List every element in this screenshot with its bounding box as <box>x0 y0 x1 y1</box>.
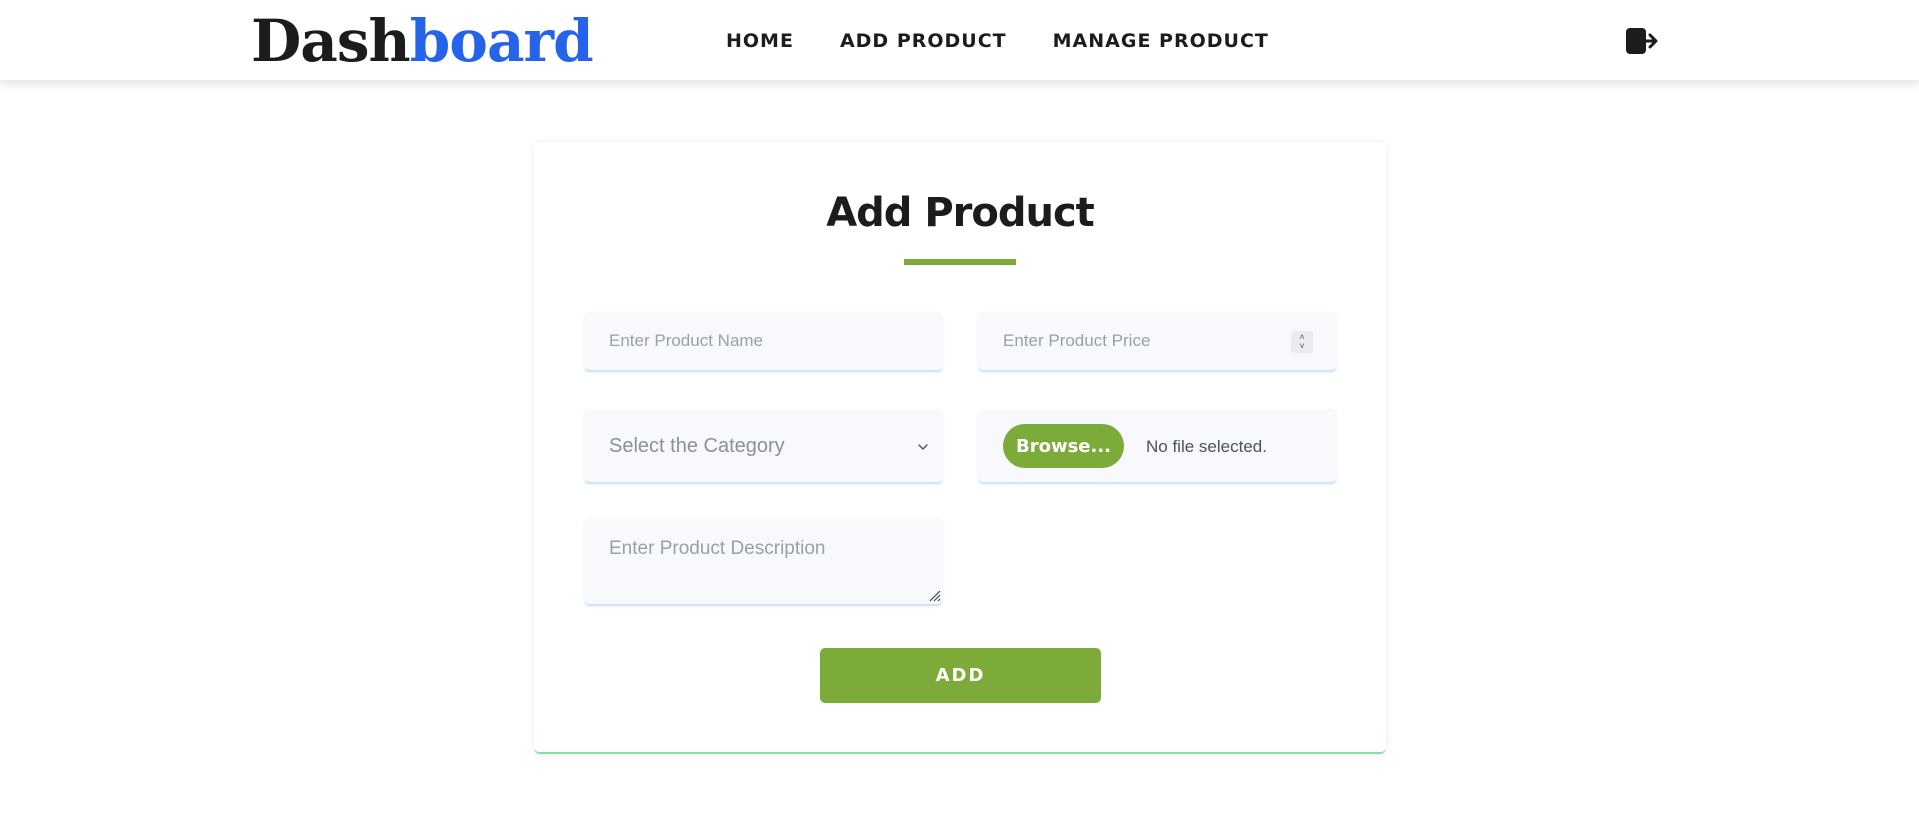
product-description-textarea[interactable] <box>584 518 943 604</box>
add-button[interactable]: ADD <box>820 648 1101 703</box>
file-status-text: No file selected. <box>1146 437 1267 456</box>
product-name-field <box>584 312 943 372</box>
logo-text-board: board <box>409 7 594 75</box>
product-description-field <box>584 518 943 606</box>
product-image-file-field: Browse... No file selected. <box>978 409 1337 484</box>
main-nav: HOME ADD PRODUCT MANAGE PRODUCT <box>726 28 1269 54</box>
chevron-down-icon <box>918 444 928 450</box>
product-price-field: ˄ ˅ <box>978 312 1337 372</box>
price-spinner[interactable]: ˄ ˅ <box>1291 331 1313 353</box>
category-select[interactable]: Select the Category <box>584 409 943 484</box>
page-title: Add Product <box>826 190 1095 236</box>
category-selected-value: Select the Category <box>609 435 785 457</box>
chevron-down-icon[interactable]: ˅ <box>1299 342 1304 351</box>
nav-link-add-product[interactable]: ADD PRODUCT <box>840 28 1007 54</box>
top-navbar: Dashboard HOME ADD PRODUCT MANAGE PRODUC… <box>0 0 1919 80</box>
dashboard-logo[interactable]: Dashboard <box>251 6 594 76</box>
product-price-input[interactable] <box>978 312 1337 370</box>
resize-grip-icon[interactable] <box>925 586 941 602</box>
logout-icon[interactable] <box>1625 26 1659 56</box>
logo-text-dash: Dash <box>251 7 411 75</box>
browse-button[interactable]: Browse... <box>1003 424 1124 468</box>
nav-link-home[interactable]: HOME <box>726 28 794 54</box>
title-underline <box>904 259 1016 265</box>
add-product-card: Add Product ˄ ˅ Select the Category Brow… <box>534 142 1386 754</box>
product-name-input[interactable] <box>584 312 943 370</box>
nav-link-manage-product[interactable]: MANAGE PRODUCT <box>1053 28 1269 54</box>
